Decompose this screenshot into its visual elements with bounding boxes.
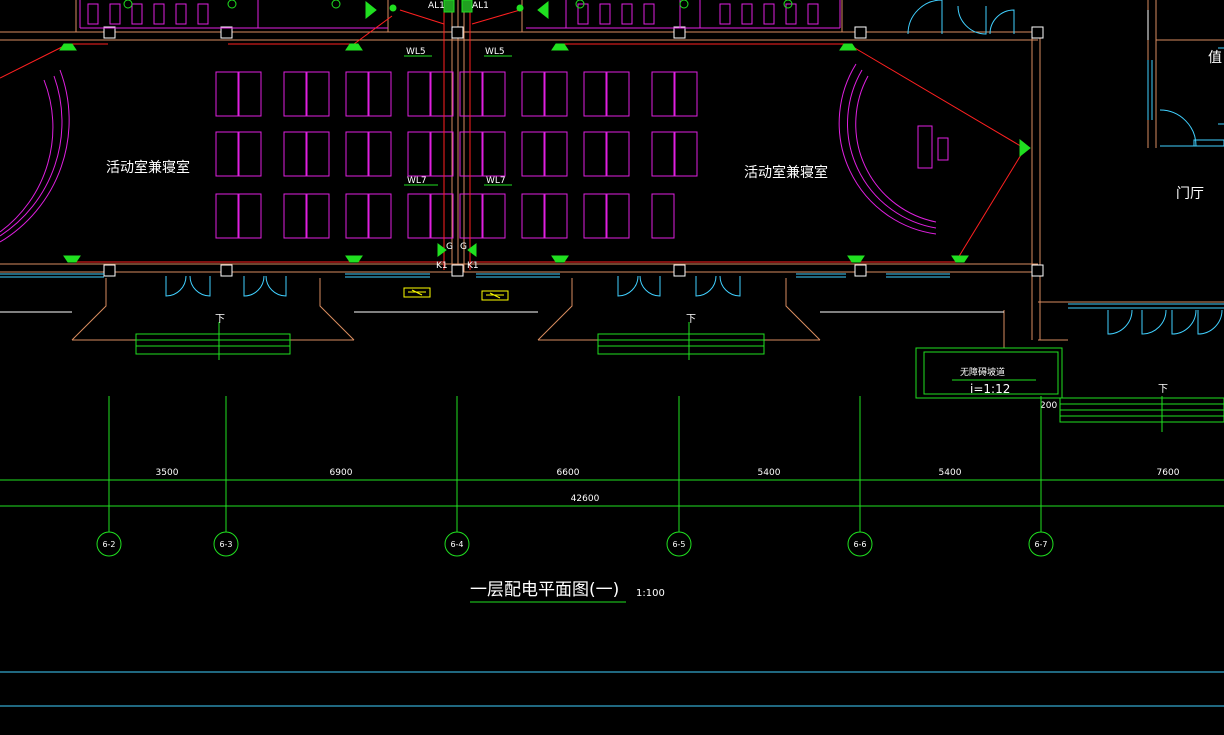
axis-label: 6-6 xyxy=(853,540,866,549)
ramp-labels: 无障碍坡道 i=1:12 200 xyxy=(960,366,1057,411)
ramp-slope: i=1:12 xyxy=(970,382,1010,396)
ramp-offset: 200 xyxy=(1040,401,1057,411)
bed xyxy=(606,71,630,117)
duty-room-label: 值 xyxy=(1208,50,1222,66)
bed xyxy=(215,71,239,117)
bed xyxy=(651,71,675,117)
drawing-title: 一层配电平面图(一) xyxy=(470,580,619,600)
bed xyxy=(306,131,330,177)
total-span-label: 42600 xyxy=(571,494,600,504)
dimension-lines xyxy=(0,396,1224,534)
columns xyxy=(103,26,1044,277)
bed xyxy=(544,71,568,117)
bed xyxy=(215,131,239,177)
left-room-label: 活动室兼寝室 xyxy=(106,159,190,176)
right-room-label: 活动室兼寝室 xyxy=(744,164,828,181)
axis-bubbles xyxy=(96,531,1054,557)
bed xyxy=(544,131,568,177)
bed xyxy=(368,193,392,239)
stair-steps xyxy=(135,322,1224,432)
span-label: 6600 xyxy=(557,468,580,478)
span-label: 5400 xyxy=(758,468,781,478)
bed xyxy=(238,131,262,177)
bed xyxy=(482,193,506,239)
bed xyxy=(345,71,369,117)
cad-drawing-canvas[interactable]: AL1 AL1 WL5 WL5 WL7 WL7 K1 K1 G G 活动室兼寝室… xyxy=(0,0,1224,735)
g-right-label: G xyxy=(460,242,467,252)
bed xyxy=(306,193,330,239)
bed xyxy=(482,131,506,177)
g-left-label: G xyxy=(446,242,453,252)
bed xyxy=(606,131,630,177)
bed xyxy=(482,71,506,117)
bed xyxy=(459,71,483,117)
bed xyxy=(345,193,369,239)
stair-down-2: 下 xyxy=(686,314,696,325)
bed xyxy=(238,71,262,117)
axis-label: 6-4 xyxy=(450,540,463,549)
bed xyxy=(430,131,454,177)
curved-benches xyxy=(0,0,949,243)
ramp-label: 无障碍坡道 xyxy=(960,366,1005,378)
bed xyxy=(651,193,675,239)
axis-label: 6-3 xyxy=(219,540,232,549)
beds xyxy=(215,71,698,239)
yellow-tags xyxy=(403,287,509,301)
bed xyxy=(674,71,698,117)
bed xyxy=(407,71,431,117)
bed xyxy=(407,193,431,239)
bed xyxy=(521,193,545,239)
span-label: 7600 xyxy=(1157,468,1180,478)
bed xyxy=(521,131,545,177)
bed xyxy=(430,71,454,117)
bed xyxy=(368,131,392,177)
drawing-title-block: 一层配电平面图(一) 1:100 xyxy=(470,580,665,603)
lobby-label: 门厅 xyxy=(1176,186,1204,202)
axis-label: 6-2 xyxy=(102,540,115,549)
drawing-scale: 1:100 xyxy=(636,588,665,599)
bed xyxy=(283,131,307,177)
span-label: 6900 xyxy=(330,468,353,478)
dimension-labels: 3500 6900 6600 5400 5400 7600 42600 xyxy=(156,468,1180,504)
span-label: 3500 xyxy=(156,468,179,478)
bed xyxy=(283,193,307,239)
bed xyxy=(583,131,607,177)
axis-label: 6-7 xyxy=(1034,540,1047,549)
bed xyxy=(651,131,675,177)
bed xyxy=(407,131,431,177)
floor-plan-svg: AL1 AL1 WL5 WL5 WL7 WL7 K1 K1 G G 活动室兼寝室… xyxy=(0,0,1224,707)
bed xyxy=(283,71,307,117)
bed xyxy=(583,193,607,239)
bed xyxy=(345,131,369,177)
bed xyxy=(583,71,607,117)
room-labels: 活动室兼寝室 活动室兼寝室 门厅 值 xyxy=(106,50,1222,202)
stair-down-1: 下 xyxy=(215,314,225,325)
circuit-labels: AL1 AL1 WL5 WL5 WL7 WL7 K1 K1 G G xyxy=(406,1,506,271)
bed xyxy=(215,193,239,239)
k1-left-label: K1 xyxy=(436,261,448,271)
bed xyxy=(368,71,392,117)
bed xyxy=(306,71,330,117)
bed xyxy=(544,193,568,239)
bed xyxy=(459,131,483,177)
al1-left-label: AL1 xyxy=(428,1,445,11)
bed xyxy=(430,193,454,239)
bed xyxy=(521,71,545,117)
bed xyxy=(459,193,483,239)
doors xyxy=(165,0,1224,335)
axis-label: 6-5 xyxy=(672,540,685,549)
k1-right-label: K1 xyxy=(467,261,479,271)
stair-down-3: 下 xyxy=(1158,384,1168,395)
frame-lines xyxy=(0,671,1224,707)
al1-right-label: AL1 xyxy=(472,1,489,11)
bed xyxy=(238,193,262,239)
bed xyxy=(674,131,698,177)
span-label: 5400 xyxy=(939,468,962,478)
bed xyxy=(606,193,630,239)
axis-labels: 6-2 6-3 6-4 6-5 6-6 6-7 xyxy=(102,540,1047,549)
